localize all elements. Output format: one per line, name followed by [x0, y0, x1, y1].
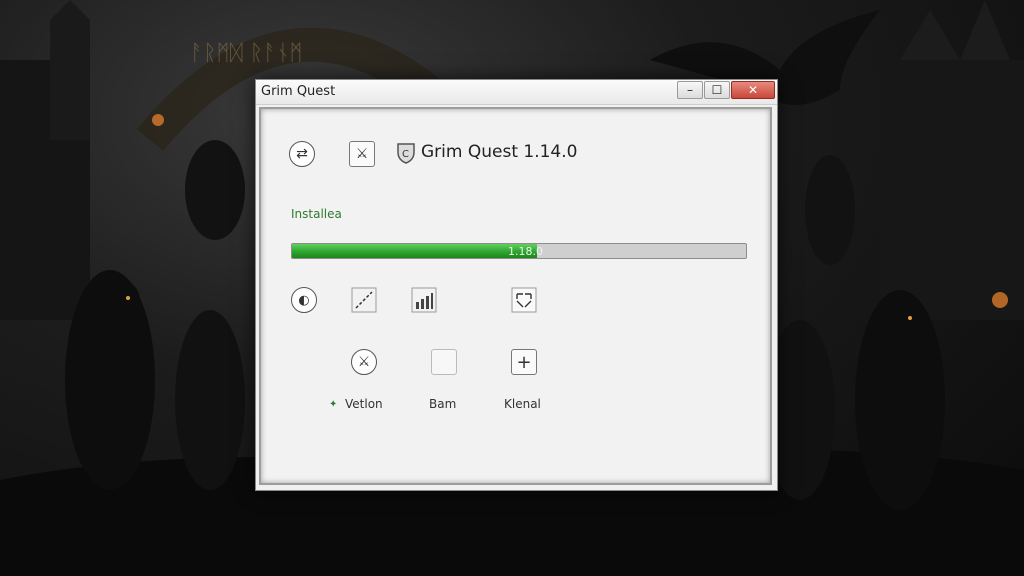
grid-icon: [511, 287, 537, 313]
bam-label[interactable]: Bam: [429, 397, 456, 411]
window-controls: – ☐ ✕: [677, 80, 777, 100]
shield-icon: C: [397, 142, 415, 164]
bam-button[interactable]: [431, 349, 457, 375]
window-title: Grim Quest: [261, 84, 336, 99]
vetlon-label[interactable]: Vetlon: [345, 397, 383, 411]
title-bar: Grim Quest – ☐ ✕: [256, 80, 777, 105]
install-progress-bar: 1.18.0: [291, 243, 747, 259]
line-tool-button[interactable]: [351, 287, 377, 313]
blank-square-icon: [431, 349, 457, 375]
vetlon-button[interactable]: ⚔: [351, 349, 377, 375]
grid-button[interactable]: [511, 287, 537, 313]
klenal-label[interactable]: Klenal: [504, 397, 541, 411]
compass-button[interactable]: ◐: [291, 287, 317, 313]
installer-content: ⇄ ⚔ C Grim Quest 1.14.0 Installea 1.18.0…: [259, 107, 772, 485]
klenal-button[interactable]: +: [511, 349, 537, 375]
compass-icon: ◐: [291, 287, 317, 313]
vetlon-bullet-icon: ✦: [329, 399, 338, 410]
svg-text:C: C: [402, 149, 409, 160]
sword-icon: ⚔: [351, 349, 377, 375]
maximize-button[interactable]: ☐: [704, 81, 730, 99]
installer-window: Grim Quest – ☐ ✕ ⇄ ⚔ C Grim Quest 1.14.0…: [255, 79, 778, 491]
close-button[interactable]: ✕: [731, 81, 775, 99]
install-status-label: Installea: [291, 207, 342, 221]
plus-icon: +: [511, 349, 537, 375]
sword-button[interactable]: ⚔: [349, 141, 375, 167]
progress-fill: [292, 244, 538, 258]
swap-icon: ⇄: [289, 141, 315, 167]
stats-button[interactable]: [411, 287, 437, 313]
rune-text: ᚨᚱᛗᛞ ᚱᚨᚾᛗ: [190, 41, 303, 66]
sword-icon: ⚔: [349, 141, 375, 167]
progress-text: 1.18.0: [508, 245, 543, 258]
app-name-version: Grim Quest 1.14.0: [421, 142, 578, 162]
swap-button[interactable]: ⇄: [289, 141, 315, 167]
signal-bars-icon: [411, 287, 437, 313]
line-icon: [351, 287, 377, 313]
minimize-button[interactable]: –: [677, 81, 703, 99]
